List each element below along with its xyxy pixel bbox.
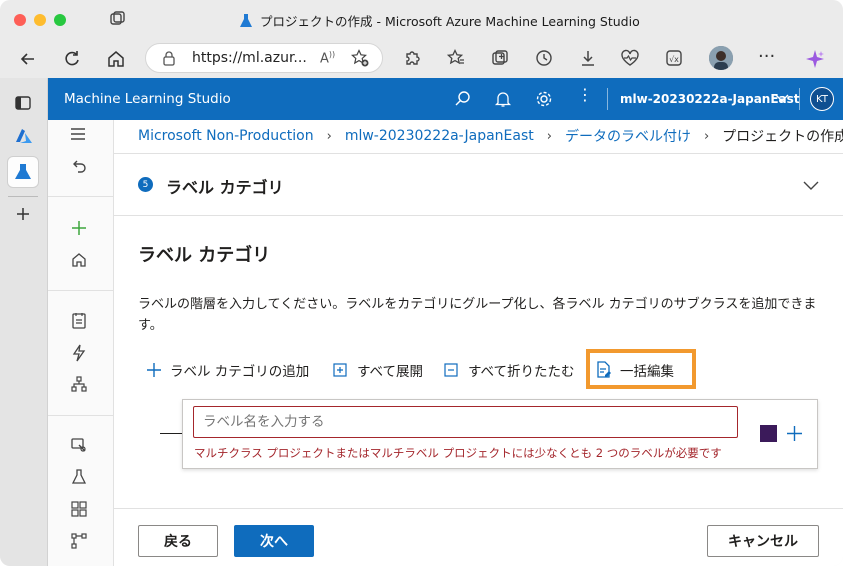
ml-studio-sidebar-icon[interactable]: [7, 156, 39, 188]
downloads-icon[interactable]: [578, 48, 598, 68]
collections-icon[interactable]: [490, 48, 510, 68]
divider: [114, 153, 843, 154]
nav-divider: [48, 415, 114, 416]
section-description: ラベルの階層を入力してください。ラベルをカテゴリにグループ化し、各ラベル カテゴ…: [138, 297, 817, 333]
window-title: プロジェクトの作成 - Microsoft Azure Machine Lear…: [238, 11, 640, 30]
expand-all-label: すべて展開: [357, 364, 424, 380]
data-labeling-icon[interactable]: [70, 436, 94, 454]
cancel-button[interactable]: キャンセル: [707, 525, 819, 557]
step-collapse-chevron-icon[interactable]: [802, 179, 820, 191]
plus-icon: [146, 362, 162, 378]
collapse-all-button[interactable]: すべて折りたたむ: [444, 360, 575, 380]
designer-icon[interactable]: [70, 375, 94, 393]
copilot-icon[interactable]: [804, 48, 826, 70]
add-category-button[interactable]: ラベル カテゴリの追加: [146, 360, 309, 380]
home-nav-icon[interactable]: [70, 251, 94, 269]
notebooks-icon[interactable]: [70, 312, 94, 330]
step-title[interactable]: ラベル カテゴリ: [166, 174, 284, 198]
collapse-all-label: すべて折りたたむ: [468, 364, 575, 380]
create-new-icon[interactable]: [70, 219, 94, 237]
label-color-swatch[interactable]: [760, 425, 777, 442]
back-button[interactable]: 戻る: [138, 525, 218, 557]
maximize-window-button[interactable]: [54, 14, 66, 26]
back-arrow-icon[interactable]: [18, 49, 38, 69]
edge-sidebar: [0, 78, 48, 566]
collapse-box-icon: [444, 363, 458, 377]
breadcrumb-chevron-icon: ›: [326, 128, 332, 144]
tab-panel-icon[interactable]: [14, 94, 32, 112]
experiments-flask-icon[interactable]: [70, 468, 94, 486]
automated-ml-icon[interactable]: [70, 344, 94, 362]
nav-divider: [48, 196, 114, 197]
breadcrumb-item-subscription[interactable]: Microsoft Non-Production: [138, 128, 314, 144]
svg-text:√x: √x: [669, 55, 679, 64]
math-solver-icon[interactable]: √x: [664, 48, 684, 68]
label-name-input[interactable]: [193, 406, 738, 438]
add-favorite-icon[interactable]: [351, 49, 369, 67]
expand-all-button[interactable]: すべて展開: [333, 360, 423, 380]
read-aloud-icon[interactable]: A)): [320, 50, 335, 66]
close-window-button[interactable]: [14, 14, 26, 26]
home-icon[interactable]: [106, 49, 126, 69]
bulk-edit-label: 一括編集: [620, 364, 674, 380]
profile-avatar[interactable]: [709, 46, 733, 70]
azure-icon[interactable]: [15, 128, 33, 144]
tab-actions-icon[interactable]: [108, 10, 126, 28]
extensions-icon[interactable]: [402, 48, 422, 68]
components-icon[interactable]: [70, 500, 94, 518]
header-divider: [607, 88, 608, 110]
refresh-icon[interactable]: [62, 49, 82, 69]
browser-window: プロジェクトの作成 - Microsoft Azure Machine Lear…: [0, 0, 843, 566]
breadcrumb: Microsoft Non-Production › mlw-20230222a…: [138, 126, 843, 146]
pipelines-icon[interactable]: [70, 532, 94, 550]
app-name[interactable]: Machine Learning Studio: [64, 91, 231, 107]
breadcrumb-chevron-icon: ›: [703, 128, 710, 144]
more-options-icon[interactable]: ⋮: [577, 87, 593, 103]
nav-divider: [48, 290, 114, 291]
url-text[interactable]: https://ml.azur...: [192, 50, 307, 66]
breadcrumb-item-data-labeling[interactable]: データのラベル付け: [565, 126, 691, 146]
tree-connector-line: [160, 433, 182, 434]
header-divider-2: [799, 88, 800, 110]
breadcrumb-item-workspace[interactable]: mlw-20230222a-JapanEast: [345, 128, 534, 144]
health-icon[interactable]: [620, 48, 640, 68]
next-button[interactable]: 次へ: [234, 525, 314, 557]
add-sidebar-icon[interactable]: [15, 206, 31, 222]
breadcrumb-chevron-icon: ›: [546, 128, 552, 144]
breadcrumb-current: プロジェクトの作成: [722, 129, 843, 145]
step-number-badge: 5: [138, 177, 153, 192]
sidebar-divider: [8, 196, 38, 197]
hamburger-menu-icon[interactable]: [69, 126, 93, 142]
footer-divider: [114, 508, 843, 509]
minimize-window-button[interactable]: [34, 14, 46, 26]
notifications-bell-icon[interactable]: [494, 90, 512, 108]
history-icon[interactable]: [534, 48, 554, 68]
label-error-message: マルチクラス プロジェクトまたはマルチラベル プロジェクトには少なくとも 2 つ…: [194, 446, 722, 460]
workspace-selector[interactable]: mlw-20230222a-JapanEast: [620, 92, 800, 106]
add-category-label: ラベル カテゴリの追加: [170, 364, 310, 380]
flask-icon: [238, 13, 254, 29]
lock-icon[interactable]: [162, 50, 176, 66]
user-avatar[interactable]: KT: [810, 87, 834, 111]
address-bar[interactable]: https://ml.azur... A)): [145, 43, 383, 73]
window-title-text: プロジェクトの作成 - Microsoft Azure Machine Lear…: [260, 14, 640, 29]
chevron-down-icon[interactable]: [775, 93, 789, 103]
section-heading: ラベル カテゴリ: [138, 245, 271, 266]
favorites-icon[interactable]: [446, 48, 466, 68]
add-sublabel-plus-icon[interactable]: [786, 425, 803, 442]
expand-box-icon: [333, 363, 347, 377]
undo-back-icon[interactable]: [70, 158, 94, 176]
bulk-edit-document-icon: [595, 361, 613, 379]
divider: [114, 215, 843, 216]
bulk-edit-button[interactable]: 一括編集: [595, 360, 674, 380]
search-icon[interactable]: [454, 90, 472, 108]
more-menu-icon[interactable]: ···: [758, 46, 775, 67]
settings-gear-icon[interactable]: [535, 90, 553, 108]
